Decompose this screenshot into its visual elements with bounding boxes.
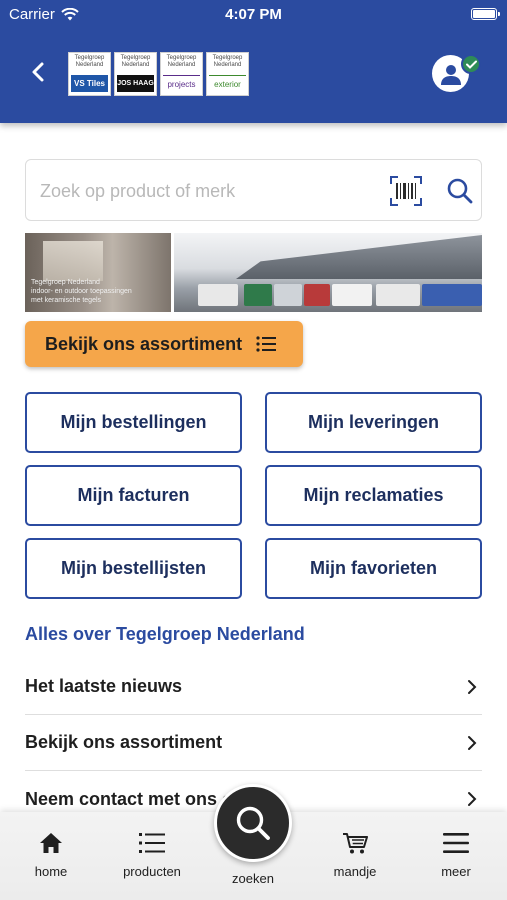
tab-zoeken-label: zoeken xyxy=(232,871,274,886)
tab-meer[interactable]: meer xyxy=(416,832,496,890)
user-icon xyxy=(440,64,461,85)
list-item-label: Het laatste nieuws xyxy=(25,676,183,696)
list-icon xyxy=(256,336,277,352)
my-invoices-button[interactable]: Mijn facturen xyxy=(25,465,242,526)
warehouse-trucks-image xyxy=(174,233,482,312)
list-icon xyxy=(139,833,165,853)
tab-home-label: home xyxy=(34,864,68,879)
tab-home[interactable]: home xyxy=(11,832,91,890)
search-input[interactable] xyxy=(40,178,370,204)
search-button[interactable] xyxy=(446,177,474,205)
my-order-lists-button[interactable]: Mijn bestellijsten xyxy=(25,538,242,599)
chevron-right-icon xyxy=(462,733,482,753)
chevron-right-icon xyxy=(462,677,482,697)
my-complaints-button[interactable]: Mijn reclamaties xyxy=(265,465,482,526)
tab-mandje-label: mandje xyxy=(333,864,377,879)
chevron-left-icon xyxy=(32,62,44,82)
status-time: 4:07 PM xyxy=(225,6,282,23)
list-item-news[interactable]: Het laatste nieuws xyxy=(25,659,482,715)
banner-caption: Tegelgroep Nederland indoor- en outdoor … xyxy=(31,279,132,304)
my-orders-button[interactable]: Mijn bestellingen xyxy=(25,392,242,453)
home-icon xyxy=(40,833,62,853)
menu-icon xyxy=(443,833,469,853)
exterior-logo: Tegelgroep Nederland exterior xyxy=(206,52,249,96)
my-deliveries-button[interactable]: Mijn leveringen xyxy=(265,392,482,453)
brand-logos: Tegelgroep Nederland VS Tiles Tegelgroep… xyxy=(68,52,249,96)
app-header: Carrier 4:07 PM Tegelgroep Nederland VS … xyxy=(0,0,507,123)
battery-icon xyxy=(471,8,500,20)
barcode-icon xyxy=(390,176,422,206)
search-bar xyxy=(25,159,482,221)
search-fab-button[interactable] xyxy=(214,784,292,862)
chevron-right-icon xyxy=(462,789,482,809)
projects-logo: Tegelgroep Nederland projects xyxy=(160,52,203,96)
cart-icon xyxy=(343,833,368,854)
section-title: Alles over Tegelgroep Nederland xyxy=(25,624,305,644)
list-item-label: Neem contact met ons op xyxy=(25,788,245,809)
tab-producten-label: producten xyxy=(123,864,181,879)
barcode-scan-button[interactable] xyxy=(390,176,422,206)
verified-badge xyxy=(461,54,481,74)
promo-banner[interactable]: Tegelgroep Nederland indoor- en outdoor … xyxy=(25,233,482,312)
vs-tiles-logo: Tegelgroep Nederland VS Tiles xyxy=(68,52,111,96)
view-assortment-button[interactable]: Bekijk ons assortiment xyxy=(25,321,303,367)
status-bar: Carrier 4:07 PM xyxy=(0,0,507,30)
search-icon xyxy=(236,806,270,840)
my-favorites-button[interactable]: Mijn favorieten xyxy=(265,538,482,599)
tab-meer-label: meer xyxy=(441,864,471,879)
showroom-image: Tegelgroep Nederland indoor- en outdoor … xyxy=(25,233,171,312)
checkmark-icon xyxy=(465,60,477,69)
search-icon xyxy=(447,178,473,204)
list-item-assortment[interactable]: Bekijk ons assortiment xyxy=(25,715,482,771)
tab-mandje[interactable]: mandje xyxy=(315,832,395,890)
view-assortment-label: Bekijk ons assortiment xyxy=(45,333,243,354)
list-item-label: Bekijk ons assortiment xyxy=(25,732,223,752)
jos-haag-logo: Tegelgroep Nederland JOS HAAG xyxy=(114,52,157,96)
back-button[interactable] xyxy=(26,58,50,86)
tab-producten[interactable]: producten xyxy=(112,832,192,890)
